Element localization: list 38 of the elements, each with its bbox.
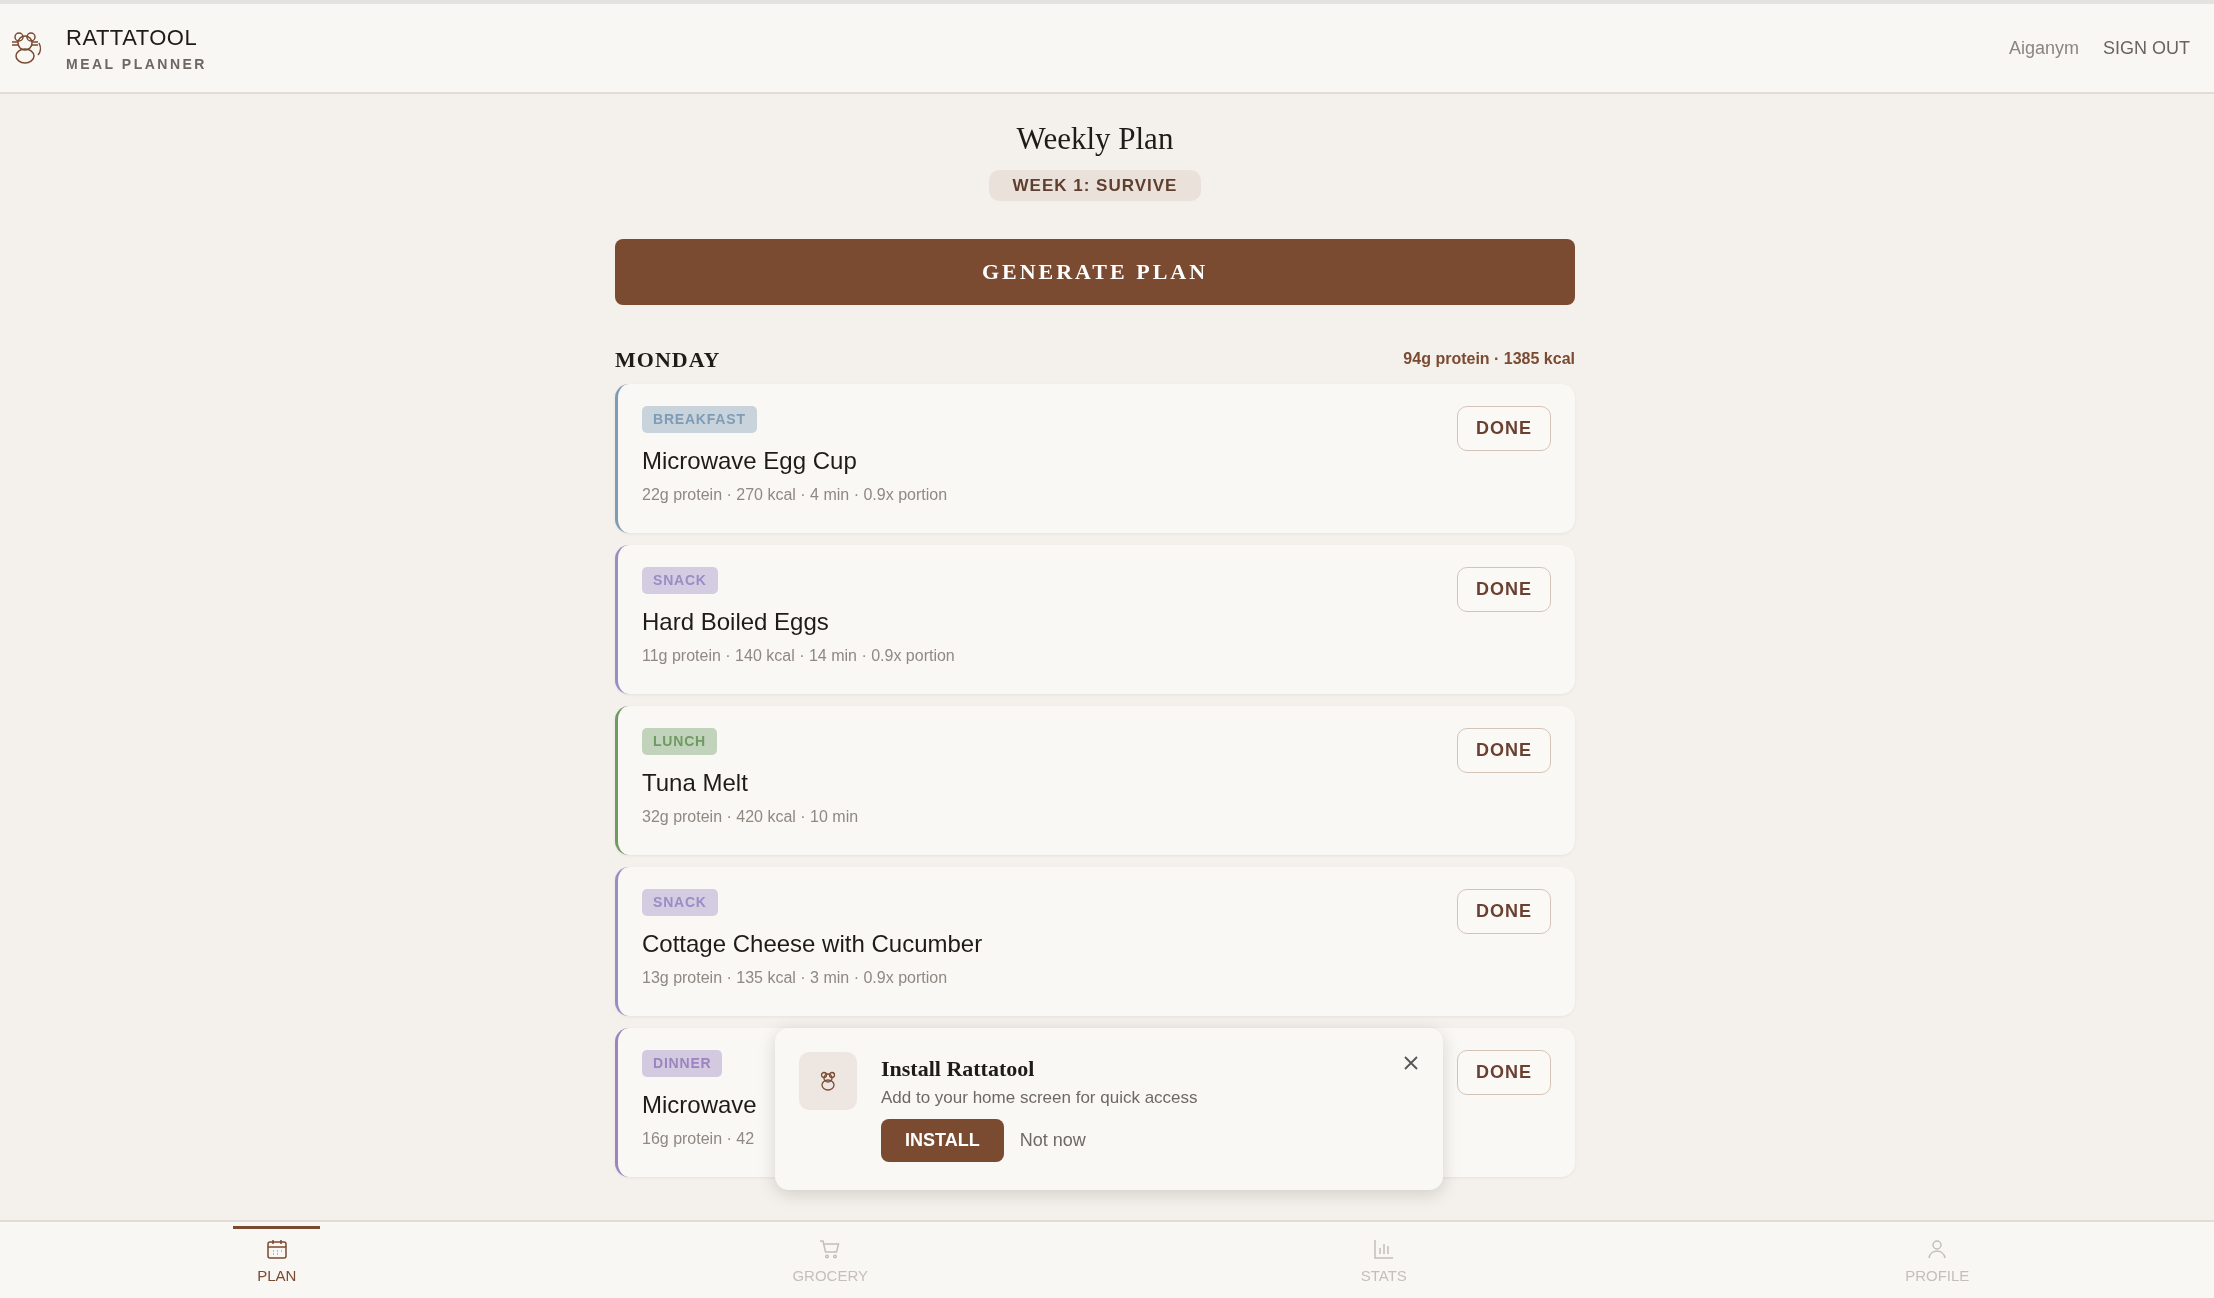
mouse-logo-icon <box>10 31 42 65</box>
meal-details: 13g protein · 135 kcal · 3 min · 0.9x portion <box>642 967 949 988</box>
done-button[interactable]: DONE <box>1457 566 1551 612</box>
calendar-icon <box>264 1237 289 1261</box>
meal-title: Tuna Melt <box>642 767 749 798</box>
app-title: RATTATOOL <box>66 24 199 52</box>
nav-tab[interactable]: PLAN <box>233 1226 321 1288</box>
done-button[interactable]: DONE <box>1457 1049 1551 1095</box>
meal-title: Hard Boiled Eggs <box>642 606 830 637</box>
app-subtitle: MEAL PLANNER <box>66 55 207 74</box>
meal-tag: SNACK <box>642 566 718 594</box>
app-icon <box>799 1052 857 1110</box>
done-button[interactable]: DONE <box>1457 405 1551 451</box>
meal-tag: SNACK <box>642 888 718 916</box>
meal-details: 11g protein · 140 kcal · 14 min · 0.9x portion <box>642 645 955 666</box>
done-button[interactable]: DONE <box>1457 727 1551 773</box>
day-totals: 94g protein · 1385 kcal <box>1403 349 1575 370</box>
meal-tag: DINNER <box>642 1049 723 1077</box>
day-heading: MONDAY <box>615 345 721 374</box>
meal-details: 32g protein · 420 kcal · 10 min <box>642 806 859 827</box>
popup-text: Add to your home screen for quick access <box>881 1087 1198 1109</box>
meal-tag: BREAKFAST <box>642 405 757 433</box>
generate-plan-button[interactable]: GENERATE PLAN <box>615 238 1575 305</box>
user-name: Aiganym <box>2008 36 2079 60</box>
page-title: Weekly Plan <box>1015 120 1175 158</box>
not-now-button[interactable]: Not now <box>1019 1126 1086 1154</box>
meal-tag: LUNCH <box>642 727 717 755</box>
done-button[interactable]: DONE <box>1457 888 1551 934</box>
meal-title: Cottage Cheese with Cucumber <box>642 928 983 959</box>
meal-title: Microwave <box>642 1089 757 1120</box>
popup-title: Install Rattatool <box>881 1055 1036 1083</box>
bar-chart-icon <box>1371 1237 1396 1261</box>
week-badge: WEEK 1: SURVIVE <box>988 170 1202 202</box>
meal-details: 22g protein · 270 kcal · 4 min · 0.9x portion <box>642 484 948 505</box>
sign-out-button[interactable]: SIGN OUT <box>2103 34 2190 62</box>
install-button[interactable]: INSTALL <box>881 1118 1004 1162</box>
meal-details: 16g protein · 42 <box>642 1128 756 1149</box>
meal-title: Microwave Egg Cup <box>642 445 858 476</box>
